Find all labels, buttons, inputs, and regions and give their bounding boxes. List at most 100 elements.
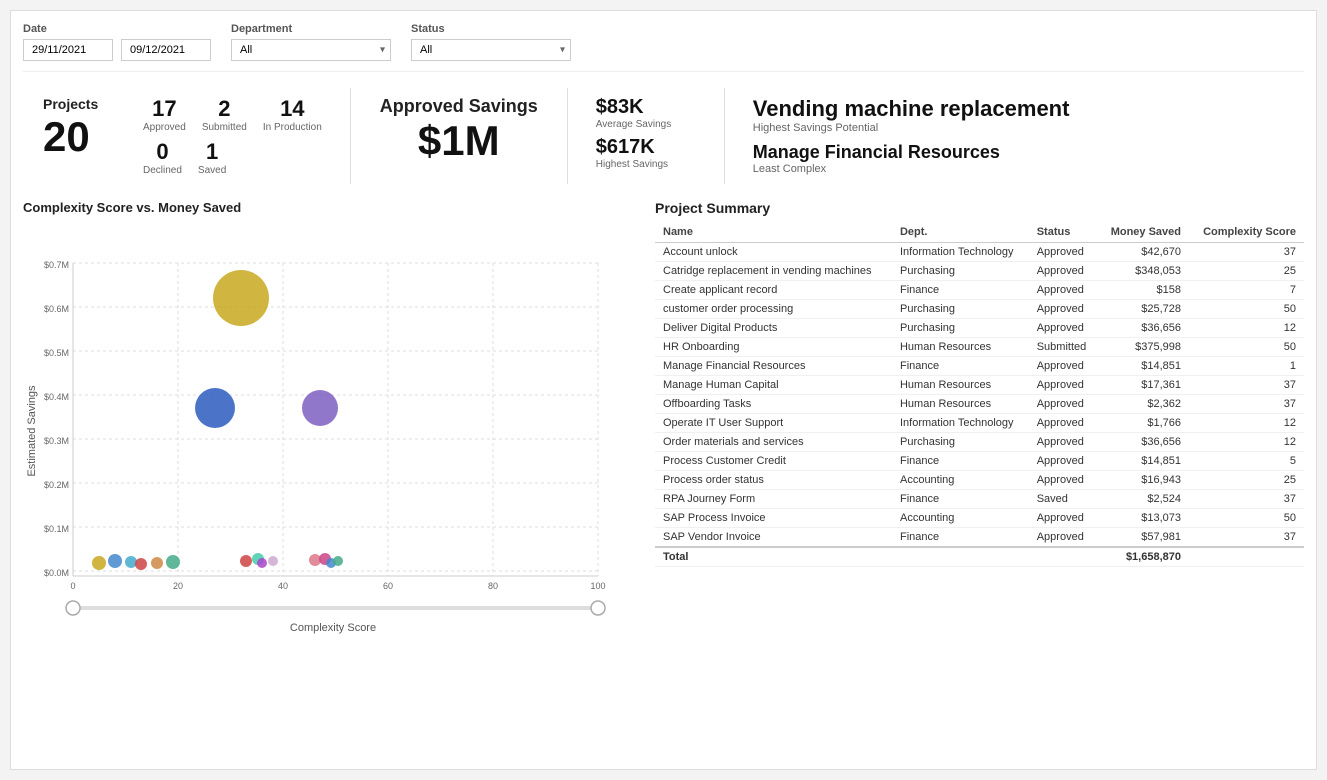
col-status: Status xyxy=(1029,222,1098,243)
table-cell: $158 xyxy=(1098,281,1189,300)
table-row: HR OnboardingHuman ResourcesSubmitted$37… xyxy=(655,338,1304,357)
table-cell: Approved xyxy=(1029,376,1098,395)
svg-text:60: 60 xyxy=(383,581,393,591)
table-cell: Process order status xyxy=(655,471,892,490)
table-cell: Account unlock xyxy=(655,243,892,262)
table-cell: 12 xyxy=(1189,319,1304,338)
date-filter: Date xyxy=(23,23,211,61)
total-label: Total xyxy=(655,547,892,567)
table-row: SAP Vendor InvoiceFinanceApproved$57,981… xyxy=(655,528,1304,548)
table-cell: 7 xyxy=(1189,281,1304,300)
table-cell: Accounting xyxy=(892,471,1029,490)
table-cell: Create applicant record xyxy=(655,281,892,300)
table-cell: Approved xyxy=(1029,395,1098,414)
status-filter: Status All xyxy=(411,23,571,61)
table-cell: Purchasing xyxy=(892,319,1029,338)
submitted-num: 2 xyxy=(218,96,230,122)
kpi-divider-2 xyxy=(567,88,568,184)
scatter-chart: Estimated Savings $0.0M $0.1M $0.2M $0.3… xyxy=(23,221,623,641)
table-cell: Manage Financial Resources xyxy=(655,357,892,376)
table-row: Process order statusAccountingApproved$1… xyxy=(655,471,1304,490)
table-row: Process Customer CreditFinanceApproved$1… xyxy=(655,452,1304,471)
svg-text:$0.6M: $0.6M xyxy=(44,304,69,314)
table-row: Offboarding TasksHuman ResourcesApproved… xyxy=(655,395,1304,414)
table-cell: Approved xyxy=(1029,452,1098,471)
chart-container: Estimated Savings $0.0M $0.1M $0.2M $0.3… xyxy=(23,221,623,641)
avg-savings-label: Average Savings xyxy=(596,119,696,130)
status-select[interactable]: All xyxy=(411,39,571,61)
table-cell: Human Resources xyxy=(892,338,1029,357)
vending-sub: Highest Savings Potential xyxy=(753,122,1070,134)
svg-text:40: 40 xyxy=(278,581,288,591)
table-cell: $14,851 xyxy=(1098,357,1189,376)
svg-text:$0.1M: $0.1M xyxy=(44,524,69,534)
kpi-approved-savings: Approved Savings $1M xyxy=(359,88,559,173)
table-cell: Manage Human Capital xyxy=(655,376,892,395)
table-row: Manage Financial ResourcesFinanceApprove… xyxy=(655,357,1304,376)
status-label: Status xyxy=(411,23,571,35)
table-cell: 50 xyxy=(1189,338,1304,357)
table-cell: Deliver Digital Products xyxy=(655,319,892,338)
svg-text:80: 80 xyxy=(488,581,498,591)
svg-text:Estimated Savings: Estimated Savings xyxy=(26,385,38,477)
table-cell: Approved xyxy=(1029,281,1098,300)
table-cell: 50 xyxy=(1189,300,1304,319)
table-cell: Offboarding Tasks xyxy=(655,395,892,414)
table-total-row: Total $1,658,870 xyxy=(655,547,1304,567)
table-cell: $36,656 xyxy=(1098,319,1189,338)
table-wrapper[interactable]: Name Dept. Status Money Saved Complexity… xyxy=(655,222,1304,567)
project-table: Name Dept. Status Money Saved Complexity… xyxy=(655,222,1304,567)
table-cell: 37 xyxy=(1189,528,1304,548)
table-cell: SAP Process Invoice xyxy=(655,509,892,528)
highest-savings: $617K Highest Savings xyxy=(596,136,696,170)
table-cell: $57,981 xyxy=(1098,528,1189,548)
in-production-num: 14 xyxy=(280,96,304,122)
table-row: Manage Human CapitalHuman ResourcesAppro… xyxy=(655,376,1304,395)
svg-text:$0.2M: $0.2M xyxy=(44,480,69,490)
table-cell: Finance xyxy=(892,528,1029,548)
table-cell: $1,766 xyxy=(1098,414,1189,433)
table-cell: $25,728 xyxy=(1098,300,1189,319)
saved-stat: 1 Saved xyxy=(198,139,226,176)
table-row: Account unlockInformation TechnologyAppr… xyxy=(655,243,1304,262)
table-cell: Finance xyxy=(892,452,1029,471)
date-to-input[interactable] xyxy=(121,39,211,61)
table-row: Catridge replacement in vending machines… xyxy=(655,262,1304,281)
table-cell: Human Resources xyxy=(892,376,1029,395)
table-row: RPA Journey FormFinanceSaved$2,52437 xyxy=(655,490,1304,509)
saved-num: 1 xyxy=(206,139,218,165)
table-cell: $42,670 xyxy=(1098,243,1189,262)
table-row: Order materials and servicesPurchasingAp… xyxy=(655,433,1304,452)
avg-savings: $83K Average Savings xyxy=(596,96,696,130)
table-cell: Finance xyxy=(892,281,1029,300)
kpi-highlights: Vending machine replacement Highest Savi… xyxy=(733,88,1090,183)
table-cell: $13,073 xyxy=(1098,509,1189,528)
table-cell: $348,053 xyxy=(1098,262,1189,281)
kpi-divider-3 xyxy=(724,88,725,184)
table-cell: 25 xyxy=(1189,262,1304,281)
table-cell: Approved xyxy=(1029,262,1098,281)
declined-num: 0 xyxy=(156,139,168,165)
department-select-wrapper: All xyxy=(231,39,391,61)
approved-savings-amount: $1M xyxy=(379,117,539,165)
total-money: $1,658,870 xyxy=(1098,547,1189,567)
table-cell: RPA Journey Form xyxy=(655,490,892,509)
table-cell: Approved xyxy=(1029,300,1098,319)
table-cell: Purchasing xyxy=(892,433,1029,452)
table-cell: Finance xyxy=(892,357,1029,376)
table-cell: Accounting xyxy=(892,509,1029,528)
kpi-row: Projects 20 17 Approved 2 Submitted 14 I… xyxy=(23,88,1304,184)
svg-text:20: 20 xyxy=(173,581,183,591)
table-cell: Approved xyxy=(1029,243,1098,262)
svg-text:Complexity Score: Complexity Score xyxy=(290,622,376,634)
department-select[interactable]: All xyxy=(231,39,391,61)
projects-title: Projects xyxy=(43,96,103,112)
table-cell: Approved xyxy=(1029,414,1098,433)
department-label: Department xyxy=(231,23,391,35)
date-from-input[interactable] xyxy=(23,39,113,61)
table-cell: Information Technology xyxy=(892,414,1029,433)
table-cell: $36,656 xyxy=(1098,433,1189,452)
main-content: Complexity Score vs. Money Saved Estimat… xyxy=(23,200,1304,641)
table-cell: Approved xyxy=(1029,319,1098,338)
svg-text:100: 100 xyxy=(590,581,605,591)
